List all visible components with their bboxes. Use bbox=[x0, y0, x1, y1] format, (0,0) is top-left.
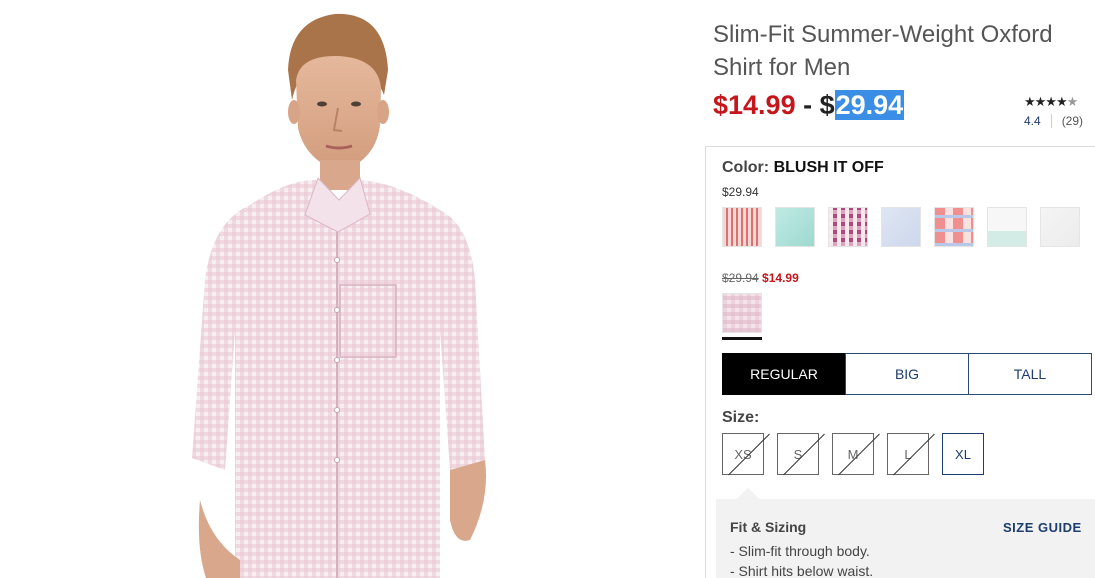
swatch-regular-price: $29.94 bbox=[722, 185, 759, 199]
product-image bbox=[0, 0, 700, 578]
size-option-l[interactable]: L bbox=[887, 433, 929, 475]
review-count[interactable]: (29) bbox=[1062, 114, 1083, 128]
price-currency: $ bbox=[819, 90, 835, 120]
price-range: $14.99 - $29.94 bbox=[713, 90, 905, 121]
size-option-s[interactable]: S bbox=[777, 433, 819, 475]
size-option-m[interactable]: M bbox=[832, 433, 874, 475]
model-photo bbox=[192, 13, 486, 578]
swatch-aqua[interactable] bbox=[775, 207, 815, 247]
swatch-blush-gingham[interactable] bbox=[722, 293, 762, 333]
swatch-red-stripe[interactable] bbox=[722, 207, 762, 247]
rating-score: 4.4 bbox=[1024, 114, 1041, 128]
half-star-icon: ★ bbox=[1066, 94, 1079, 109]
price-separator: - bbox=[795, 90, 820, 120]
selected-swatch-group bbox=[722, 293, 762, 340]
swatch-light-blue[interactable] bbox=[881, 207, 921, 247]
size-options: XS S M L XL bbox=[722, 433, 984, 475]
old-price: $29.94 bbox=[722, 271, 759, 285]
options-panel: Color: BLUSH IT OFF $29.94 $29.94 $14.99… bbox=[705, 146, 1095, 578]
fit-tabs: REGULAR BIG TALL bbox=[722, 353, 1092, 395]
color-swatches bbox=[722, 207, 1080, 247]
size-option-xs[interactable]: XS bbox=[722, 433, 764, 475]
product-title: Slim-Fit Summer-Weight Oxford Shirt for … bbox=[713, 21, 1053, 81]
color-label-text: Color: bbox=[722, 159, 770, 176]
fit-note: - Slim-fit through body. bbox=[730, 543, 870, 559]
size-label: Size: bbox=[722, 409, 760, 426]
sale-swatch-price: $29.94 $14.99 bbox=[722, 271, 799, 285]
swatch-mint-white[interactable] bbox=[987, 207, 1027, 247]
fit-sizing-title: Fit & Sizing bbox=[730, 519, 807, 535]
fit-tab-big[interactable]: BIG bbox=[845, 353, 969, 395]
full-stars: ★★★★ bbox=[1024, 94, 1068, 109]
color-name: BLUSH IT OFF bbox=[773, 159, 884, 176]
sale-price: $14.99 bbox=[713, 90, 796, 120]
selected-indicator bbox=[722, 337, 762, 340]
size-option-xl[interactable]: XL bbox=[942, 433, 984, 475]
fit-tab-tall[interactable]: TALL bbox=[968, 353, 1092, 395]
fit-tab-regular[interactable]: REGULAR bbox=[722, 353, 846, 395]
color-label: Color: BLUSH IT OFF bbox=[722, 159, 884, 177]
star-icons: ★★★★★ bbox=[1024, 94, 1094, 110]
swatch-white[interactable] bbox=[1040, 207, 1080, 247]
fit-note: - Shirt hits below waist. bbox=[730, 563, 874, 578]
swatch-coral-plaid[interactable] bbox=[934, 207, 974, 247]
fit-sizing-box: Fit & Sizing SIZE GUIDE - Slim-fit throu… bbox=[716, 487, 1095, 578]
new-price: $14.99 bbox=[762, 271, 799, 285]
swatch-berry-gingham[interactable] bbox=[828, 207, 868, 247]
size-guide-link[interactable]: SIZE GUIDE bbox=[1003, 520, 1082, 535]
divider bbox=[1050, 114, 1052, 128]
regular-price-highlighted[interactable]: 29.94 bbox=[834, 90, 905, 120]
rating[interactable]: ★★★★★ 4.4 (29) bbox=[1024, 94, 1094, 128]
fit-notes: - Slim-fit through body. - Shirt hits bel… bbox=[730, 541, 873, 578]
callout-notch bbox=[736, 487, 760, 511]
